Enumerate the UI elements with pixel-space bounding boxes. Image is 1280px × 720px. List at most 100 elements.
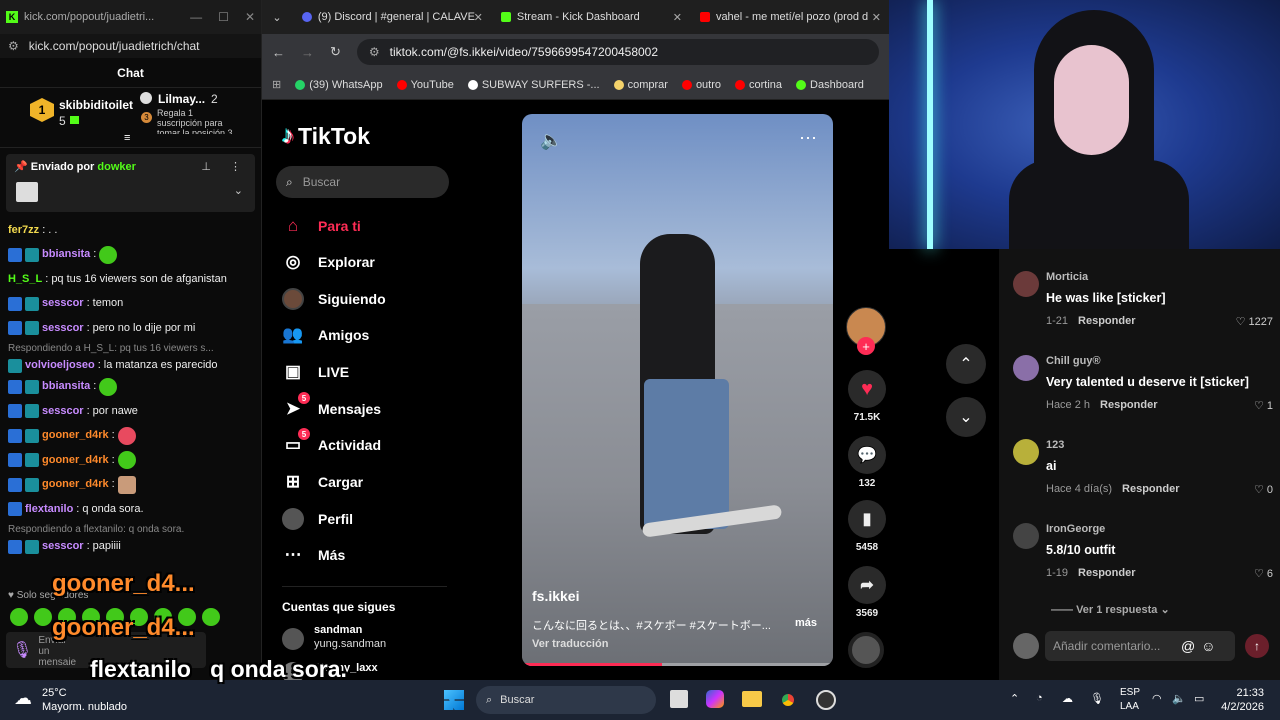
taskbar-search[interactable]: ⌕ Buscar [476, 686, 656, 714]
save-button[interactable]: ▮ 5458 [844, 500, 890, 553]
pinned-by-user[interactable]: dowker [97, 161, 136, 173]
chevron-up-icon[interactable]: ⌃ [1010, 692, 1019, 705]
nav-mensajes[interactable]: ➤ 5 Mensajes [282, 392, 381, 421]
mic-icon[interactable]: 🎙 [12, 640, 32, 660]
nav-actividad[interactable]: ▭ 5 Actividad [282, 428, 381, 457]
comment-like[interactable]: ♡ 1227 [1236, 315, 1273, 328]
obs-icon[interactable] [816, 690, 836, 710]
bookmark-outro[interactable]: outro [681, 79, 721, 91]
nav-explorar[interactable]: ◎ Explorar [282, 250, 375, 274]
chat-username[interactable]: fer7zz [8, 224, 39, 236]
chrome-icon[interactable] [778, 690, 798, 710]
nav-amigos[interactable]: 👥 Amigos [282, 323, 369, 347]
chat-username[interactable]: sesscor [42, 541, 84, 552]
add-comment-input[interactable]: Añadir comentario... @ ☺ [1045, 631, 1235, 661]
volume-icon[interactable]: 🔈 [540, 130, 562, 151]
minimize-icon[interactable]: — [190, 10, 202, 24]
chat-username[interactable]: gooner_d4rk [42, 430, 109, 441]
emote-icon[interactable] [202, 608, 220, 626]
sound-disc-icon[interactable] [848, 632, 884, 668]
comment-author[interactable]: Morticia [1046, 271, 1088, 283]
onedrive-icon[interactable]: ☁ [1062, 692, 1073, 705]
gifter-2-name[interactable]: Lilmay... [158, 92, 205, 106]
bookmark-dashboard[interactable]: Dashboard [796, 79, 864, 91]
reply-button[interactable]: Responder [1078, 315, 1135, 327]
emoji-icon[interactable]: ☺ [1201, 638, 1215, 654]
nav-cargar[interactable]: ⊞ Cargar [282, 470, 363, 494]
caption-more-link[interactable]: más [795, 617, 817, 629]
chat-username[interactable]: gooner_d4rk [42, 454, 109, 466]
reload-icon[interactable]: ↻ [330, 44, 341, 60]
apps-grid-icon[interactable]: ⊞ [272, 78, 281, 91]
bookmark-whatsapp[interactable]: (39) WhatsApp [295, 79, 383, 91]
comment-author[interactable]: IronGeorge [1046, 523, 1105, 535]
nav-mas[interactable]: ⋯ Más [282, 543, 346, 567]
chat-username[interactable]: gooner_d4rk [42, 479, 109, 490]
nav-para-ti[interactable]: ⌂ Para ti [282, 214, 361, 238]
tab-discord[interactable]: (9) Discord | #general | CALAVE ✕ [292, 0, 491, 34]
reply-button[interactable]: Responder [1100, 399, 1157, 411]
next-video-button[interactable]: ⌄ [946, 397, 986, 437]
wifi-icon[interactable]: ◠ [1152, 692, 1162, 705]
reply-context[interactable]: Respondiendo a flextanilo: q onda sora. [8, 522, 253, 538]
nav-live[interactable]: ▣ LIVE [282, 360, 349, 384]
pinned-menu-icon[interactable]: ⋮ [230, 160, 241, 173]
filter-icon[interactable]: ≡ [124, 132, 130, 144]
tab-kick-dashboard[interactable]: Stream - Kick Dashboard ✕ [491, 0, 690, 34]
following-account[interactable]: sandman yung.sandman [282, 624, 452, 654]
comment-avatar[interactable] [1013, 355, 1039, 381]
clock-time[interactable]: 21:33 [1236, 687, 1264, 699]
video-progress-track[interactable] [522, 663, 833, 666]
chat-url-bar[interactable]: ⚙ kick.com/popout/juadietrich/chat [0, 34, 261, 58]
comment-like[interactable]: ♡ 6 [1254, 567, 1273, 580]
reply-context[interactable]: Respondiendo a H_S_L: pq tus 16 viewers … [8, 341, 253, 357]
forward-icon[interactable]: → [301, 45, 314, 60]
unpin-icon[interactable]: ⊥ [201, 160, 211, 173]
chat-username[interactable]: bbiansita [42, 381, 90, 392]
comment-author[interactable]: Chill guy® [1046, 355, 1101, 367]
site-info-icon[interactable]: ⚙ [369, 45, 380, 59]
close-tab-icon[interactable]: ✕ [872, 11, 881, 24]
tray-icon[interactable]: ◔ [1036, 692, 1043, 704]
emote-icon[interactable] [34, 608, 52, 626]
reply-button[interactable]: Responder [1078, 567, 1135, 579]
chat-username[interactable]: bbiansita [42, 249, 90, 260]
language-code[interactable]: ESP [1120, 687, 1140, 698]
chat-username[interactable]: flextanilo [25, 503, 73, 515]
nav-siguiendo[interactable]: Siguiendo [282, 287, 386, 311]
comment-button[interactable]: 💬 132 [844, 436, 890, 489]
follow-plus-icon[interactable]: + [857, 337, 875, 355]
bookmark-youtube[interactable]: YouTube [396, 79, 454, 91]
comment-avatar[interactable] [1013, 523, 1039, 549]
previous-video-button[interactable]: ⌃ [946, 344, 986, 384]
share-button[interactable]: ➦ 3569 [844, 566, 890, 619]
chat-username[interactable]: volvioeljoseo [25, 360, 95, 371]
chat-username[interactable]: sesscor [42, 322, 84, 334]
chat-username[interactable]: sesscor [42, 405, 84, 417]
task-view-icon[interactable] [670, 690, 688, 708]
weather-icon[interactable]: ☁ [14, 688, 32, 709]
address-bar[interactable]: ⚙ tiktok.com/@fs.ikkei/video/75966995472… [356, 39, 879, 65]
gifter-1-name[interactable]: skibbiditoilet [59, 98, 133, 112]
close-tab-icon[interactable]: ✕ [474, 11, 483, 24]
post-comment-button[interactable]: ↑ [1245, 634, 1269, 658]
file-explorer-icon[interactable] [742, 691, 762, 707]
chat-username[interactable]: sesscor [42, 298, 84, 309]
comment-avatar[interactable] [1013, 271, 1039, 297]
site-settings-icon[interactable]: ⚙ [8, 39, 19, 53]
translate-link[interactable]: Ver traducción [532, 638, 608, 650]
tiktok-search-input[interactable]: ⌕ Buscar [276, 166, 449, 198]
back-icon[interactable]: ← [272, 45, 285, 60]
copilot-icon[interactable] [706, 690, 724, 708]
nav-perfil[interactable]: Perfil [282, 507, 353, 531]
volume-tray-icon[interactable]: 🔈 [1172, 692, 1186, 705]
tiktok-logo[interactable]: ♪ TikTok [282, 122, 370, 150]
maximize-icon[interactable]: ☐ [218, 10, 229, 24]
comment-like[interactable]: ♡ 1 [1254, 399, 1273, 412]
expand-pinned-icon[interactable]: ⌄ [234, 184, 243, 197]
video-player[interactable]: 🔈 ⋯ fs.ikkei こんなに回るとは、、#スケボー #スケートボー... … [522, 114, 833, 666]
chat-username[interactable]: H_S_L [8, 273, 42, 285]
comment-avatar[interactable] [1013, 439, 1039, 465]
reply-button[interactable]: Responder [1122, 483, 1179, 495]
tab-search-icon[interactable]: ⌄ [262, 11, 292, 24]
